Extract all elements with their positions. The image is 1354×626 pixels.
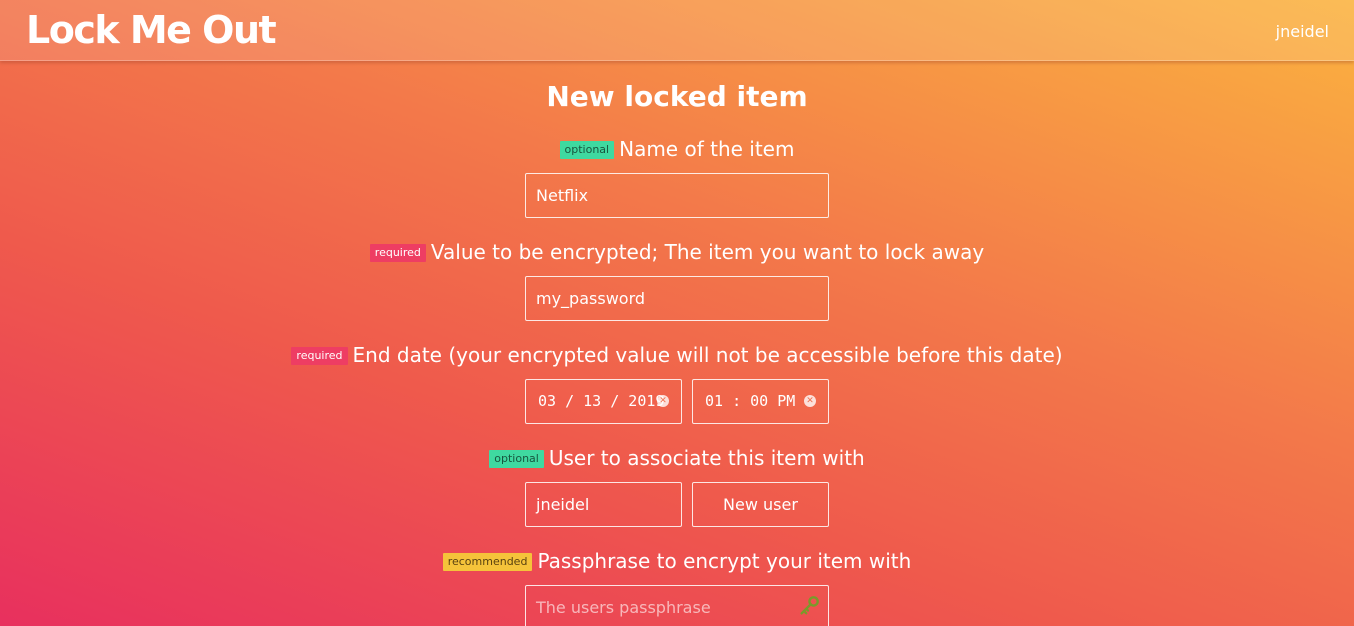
end-date-input[interactable]: 03 / 13 / 2019 ✕ — [525, 379, 682, 424]
value-field-label: required Value to be encrypted; The item … — [0, 239, 1354, 265]
new-user-button[interactable]: New user — [692, 482, 829, 527]
user-label-text: User to associate this item with — [548, 446, 865, 470]
user-field-label: optional User to associate this item with — [0, 445, 1354, 471]
required-tag: required — [369, 244, 426, 262]
passphrase-label-text: Passphrase to encrypt your item with — [537, 549, 912, 573]
clear-time-icon[interactable]: ✕ — [804, 395, 816, 407]
time-value: 01 : 00 PM — [705, 392, 796, 410]
user-select[interactable]: jneidel — [525, 482, 682, 527]
key-icon[interactable] — [798, 595, 820, 617]
name-label-text: Name of the item — [619, 137, 795, 161]
required-tag: required — [291, 347, 348, 365]
date-value: 03 / 13 / 2019 — [538, 392, 665, 410]
passphrase-input[interactable]: The users passphrase — [525, 585, 829, 626]
top-navbar: Lock Me Out jneidel — [0, 0, 1354, 61]
recommended-tag: recommended — [442, 553, 533, 571]
item-name-input[interactable]: Netflix — [525, 173, 829, 218]
value-label-text: Value to be encrypted; The item you want… — [430, 240, 985, 264]
optional-tag: optional — [489, 450, 544, 468]
clear-date-icon[interactable]: ✕ — [657, 395, 669, 407]
page-title: New locked item — [546, 80, 808, 113]
brand-logo[interactable]: Lock Me Out — [26, 6, 277, 54]
passphrase-field-label: recommended Passphrase to encrypt your it… — [0, 548, 1354, 574]
end-time-input[interactable]: 01 : 00 PM ✕ — [692, 379, 829, 424]
passphrase-placeholder: The users passphrase — [536, 598, 711, 617]
encrypted-value-input[interactable]: my_password — [525, 276, 829, 321]
user-menu-link[interactable]: jneidel — [1276, 22, 1329, 41]
name-field-label: optional Name of the item — [0, 136, 1354, 162]
end-date-field-label: required End date (your encrypted value w… — [0, 342, 1354, 368]
end-date-label-text: End date (your encrypted value will not … — [352, 343, 1063, 367]
optional-tag: optional — [559, 141, 615, 159]
